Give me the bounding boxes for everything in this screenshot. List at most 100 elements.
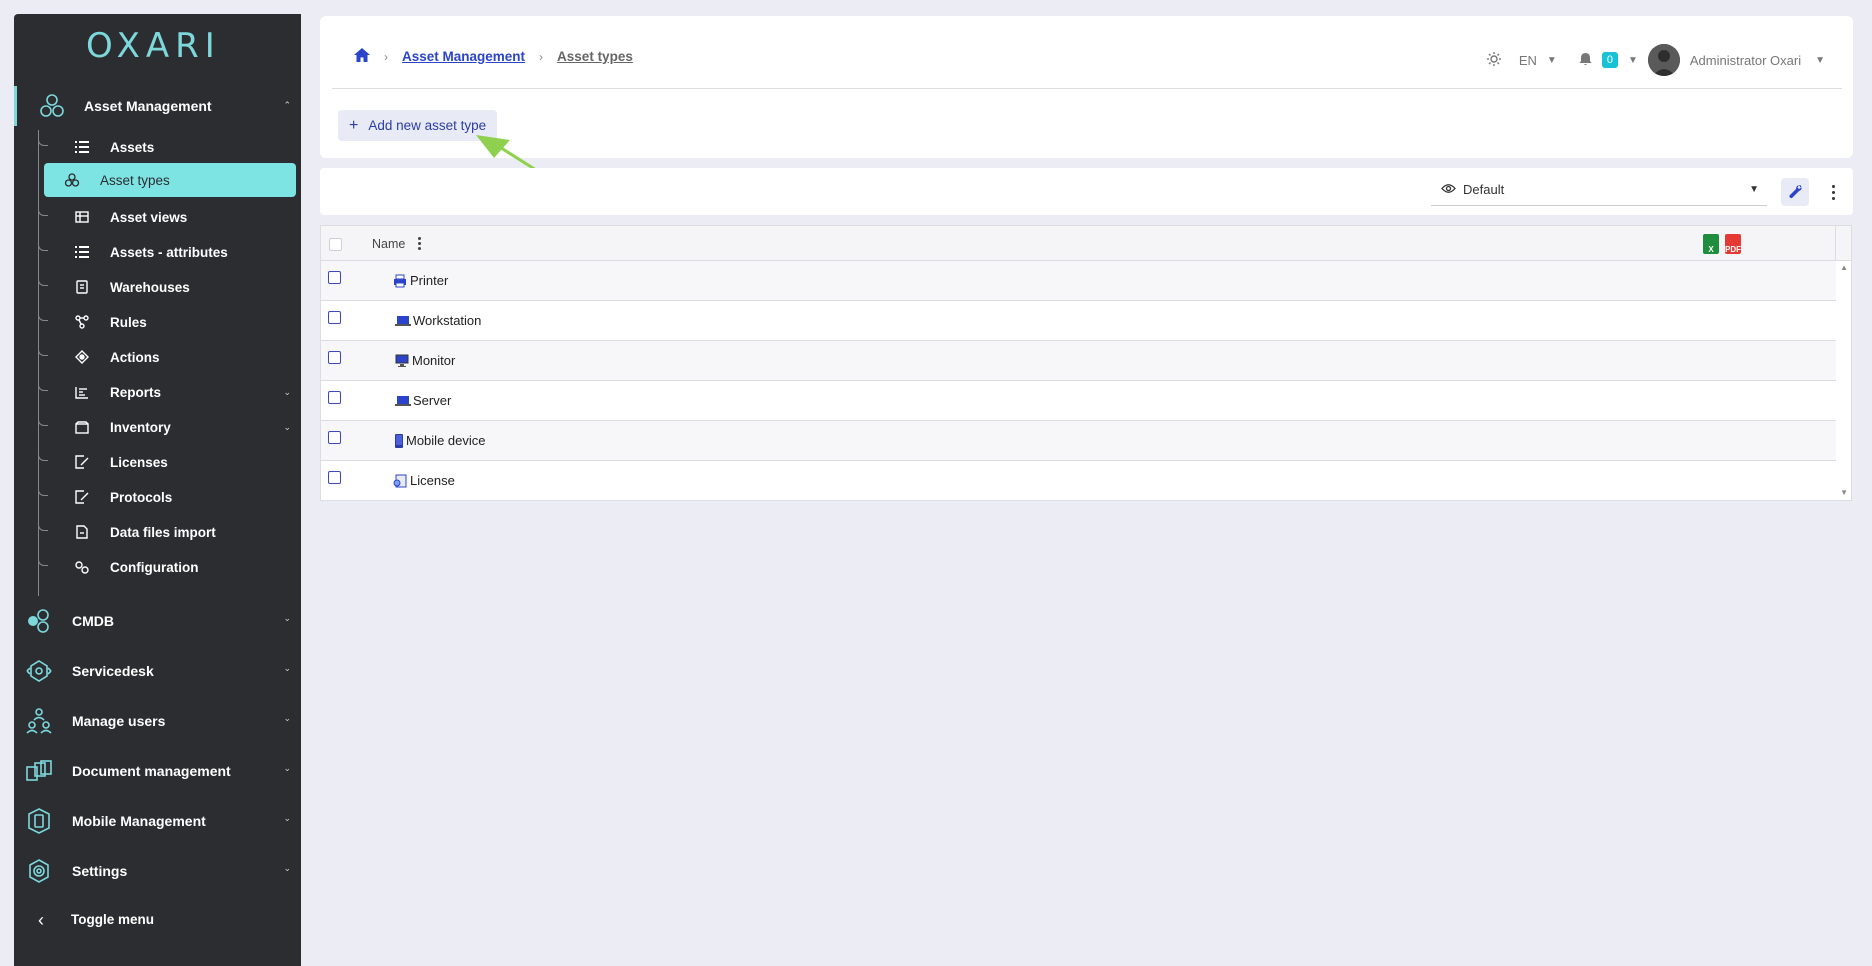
tree-branch (38, 239, 48, 251)
servicedesk-icon (24, 656, 54, 686)
list-icon (74, 139, 90, 155)
section-mobile-management[interactable]: Mobile Management ⌄ (14, 800, 301, 842)
bell-icon[interactable] (1579, 52, 1592, 69)
table-row[interactable]: Server (321, 381, 1836, 421)
caret-down-icon[interactable]: ▼ (1547, 55, 1557, 66)
file-import-icon (74, 524, 90, 540)
row-checkbox[interactable] (328, 471, 341, 484)
laptop-icon (395, 314, 411, 328)
tree-branch (38, 484, 48, 496)
sidebar-item-warehouses[interactable]: Warehouses (38, 270, 299, 304)
wrench-button[interactable] (1781, 178, 1809, 206)
sidebar-item-label: Actions (110, 349, 160, 365)
sidebar-item-protocols[interactable]: Protocols (38, 480, 299, 514)
scroll-down-icon[interactable]: ▼ (1840, 488, 1848, 497)
scroll-up-icon[interactable]: ▲ (1840, 263, 1848, 272)
caret-down-icon[interactable]: ▼ (1628, 55, 1638, 66)
view-name: Default (1463, 182, 1505, 197)
sun-icon[interactable] (1486, 51, 1501, 69)
pdf-export-icon[interactable]: PDF (1725, 234, 1741, 254)
row-checkbox[interactable] (328, 391, 341, 404)
sidebar-item-label: Protocols (110, 489, 173, 505)
row-name: Workstation (413, 313, 482, 328)
building-icon (74, 279, 90, 295)
sidebar-item-rules[interactable]: Rules (38, 305, 299, 339)
cmdb-icon (24, 606, 54, 636)
sidebar-item-reports[interactable]: Reports ⌄ (38, 375, 299, 409)
user-name[interactable]: Administrator Oxari (1690, 53, 1801, 68)
sidebar-item-assets[interactable]: Assets (38, 130, 299, 164)
table-header: Name X PDF (321, 226, 1851, 261)
home-icon[interactable] (354, 48, 370, 65)
section-label: Asset Management (84, 98, 212, 114)
row-checkbox[interactable] (328, 351, 341, 364)
excel-export-icon[interactable]: X (1703, 234, 1719, 254)
column-menu-icon[interactable] (416, 237, 422, 251)
toggle-menu-button[interactable]: ‹ Toggle menu (14, 900, 301, 940)
sidebar-item-configuration[interactable]: Configuration (38, 550, 299, 584)
caret-down-icon: ▼ (1749, 184, 1759, 195)
tree-branch (38, 379, 48, 391)
avatar[interactable] (1647, 44, 1680, 76)
sidebar-item-label: Assets - attributes (110, 244, 228, 260)
section-settings[interactable]: Settings ⌄ (14, 850, 301, 892)
chevron-down-icon: ⌄ (283, 613, 291, 623)
column-header-name[interactable]: Name (372, 237, 405, 251)
laptop-icon (395, 394, 411, 408)
users-icon (24, 706, 54, 736)
section-cmdb[interactable]: CMDB ⌄ (14, 600, 301, 642)
row-name: License (410, 473, 455, 488)
section-label: Manage users (72, 713, 166, 729)
sidebar-item-label: Data files import (110, 524, 216, 540)
view-select[interactable]: Default ▼ (1431, 174, 1767, 206)
more-options-icon[interactable] (1827, 180, 1839, 204)
settings-icon (24, 856, 54, 886)
breadcrumb-asset-types[interactable]: Asset types (557, 49, 633, 64)
table-row[interactable]: Monitor (321, 341, 1836, 381)
sidebar-item-data-files-import[interactable]: Data files import (38, 515, 299, 549)
chevron-down-icon: ⌄ (283, 863, 291, 873)
plus-icon: + (349, 116, 359, 134)
sidebar-item-inventory[interactable]: Inventory ⌄ (38, 410, 299, 444)
notification-badge[interactable]: 0 (1601, 52, 1618, 68)
target-icon (74, 349, 90, 365)
row-name: Mobile device (406, 433, 486, 448)
sidebar-item-asset-views[interactable]: Asset views (38, 200, 299, 234)
mobile-icon (24, 806, 54, 836)
column-divider (1835, 226, 1836, 261)
sidebar-item-licenses[interactable]: Licenses (38, 445, 299, 479)
tree-branch (38, 554, 48, 566)
tree-branch (38, 519, 48, 531)
flow-icon (74, 314, 90, 330)
sidebar-item-assets-attributes[interactable]: Assets - attributes (38, 235, 299, 269)
documents-icon (24, 756, 54, 786)
section-label: Settings (72, 863, 128, 879)
section-asset-management[interactable]: Asset Management ⌃ (14, 86, 301, 126)
sidebar-item-actions[interactable]: Actions (38, 340, 299, 374)
oxari-logo[interactable]: OXARI (86, 26, 221, 66)
table-row[interactable]: Printer (321, 261, 1836, 301)
document-edit-icon (74, 489, 90, 505)
select-all-checkbox[interactable] (329, 238, 342, 251)
section-manage-users[interactable]: Manage users ⌄ (14, 700, 301, 742)
table-icon (74, 209, 90, 225)
tree-branch (38, 134, 48, 146)
table-row[interactable]: Mobile device (321, 421, 1836, 461)
row-checkbox[interactable] (328, 271, 341, 284)
monitor-icon (395, 354, 409, 368)
gears-icon (74, 559, 90, 575)
header-controls: EN ▼ 0 ▼ Administrator Oxari ▼ (1486, 44, 1825, 76)
section-document-management[interactable]: Document management ⌄ (14, 750, 301, 792)
tree-branch (38, 274, 48, 286)
caret-down-icon[interactable]: ▼ (1815, 55, 1825, 66)
language-select[interactable]: EN (1519, 53, 1537, 68)
section-servicedesk[interactable]: Servicedesk ⌄ (14, 650, 301, 692)
view-toolbar: Default ▼ (320, 168, 1853, 215)
breadcrumb-asset-management[interactable]: Asset Management (402, 49, 525, 64)
table-row[interactable]: License (321, 461, 1836, 501)
sidebar-item-label: Warehouses (110, 279, 190, 295)
row-checkbox[interactable] (328, 431, 341, 444)
table-row[interactable]: Workstation (321, 301, 1836, 341)
row-checkbox[interactable] (328, 311, 341, 324)
sidebar-item-asset-types[interactable]: Asset types (44, 163, 296, 197)
